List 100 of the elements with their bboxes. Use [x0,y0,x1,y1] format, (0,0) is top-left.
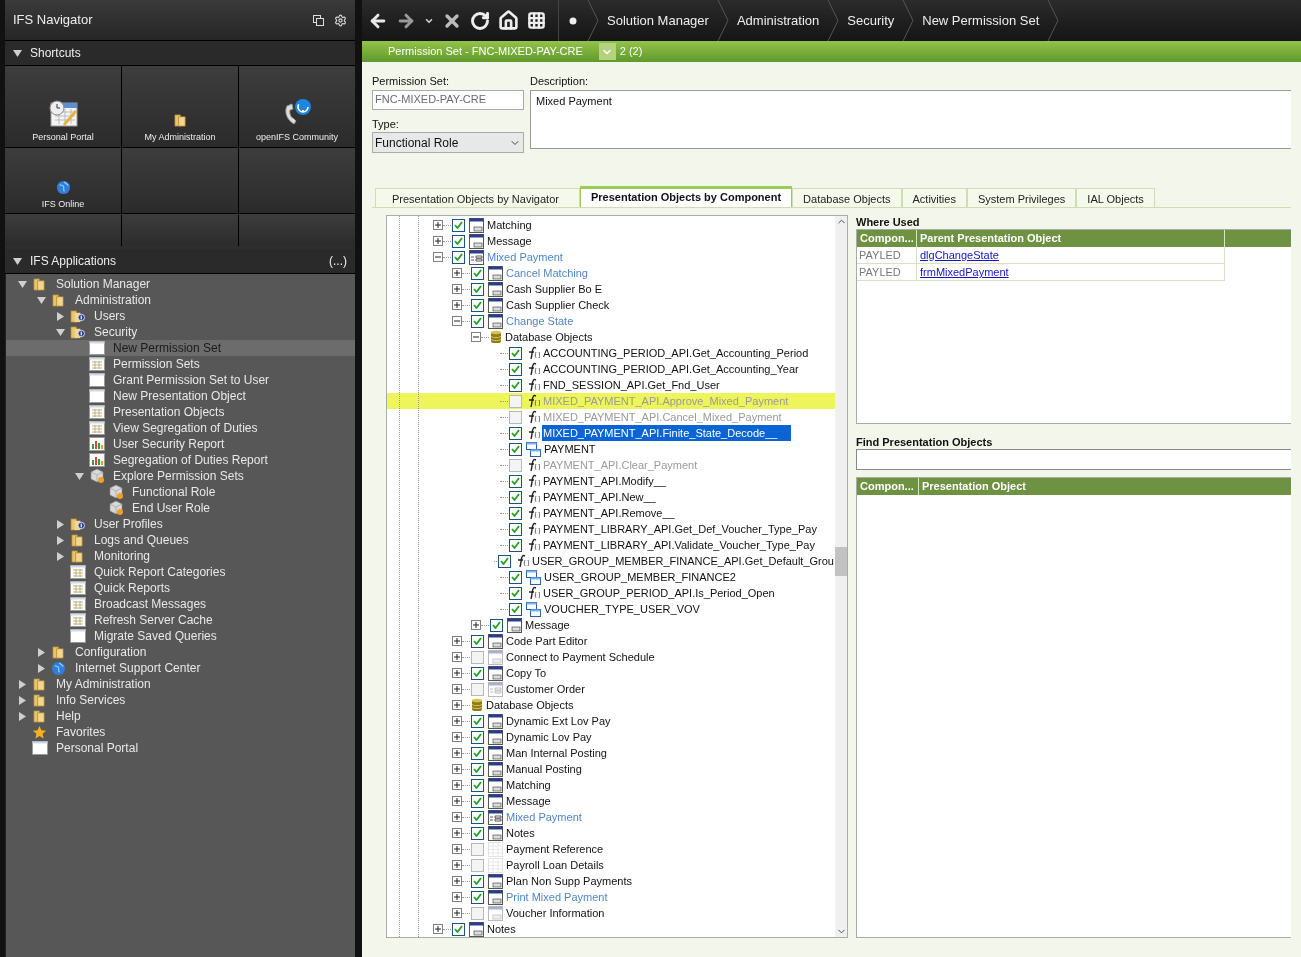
apps-grid-icon[interactable] [527,11,546,30]
checkbox[interactable] [471,282,484,296]
tree-row[interactable]: Code Part Editor [387,633,835,649]
section-header[interactable]: Shortcuts [5,41,355,66]
breadcrumb[interactable]: New Permission Set [914,10,1048,31]
nav-item[interactable]: Info Services [6,692,355,708]
shortcut-tile[interactable]: openIFS Community [239,66,355,147]
nav-item[interactable]: End User Role [6,500,355,516]
checkbox[interactable] [509,474,522,488]
tree-item-label[interactable]: Customer Order [505,680,586,698]
tree-row[interactable]: Mixed Payment [387,249,835,265]
tree-row[interactable]: Message [387,617,835,633]
shortcut-tile[interactable]: IFS Online [5,147,121,213]
tree-item-label[interactable]: USER_GROUP_MEMBER_FINANCE_API.Get_Default_Grou [531,552,835,570]
expanded-triangle-icon[interactable] [75,471,84,481]
checkbox[interactable] [471,778,484,792]
tree-item-label[interactable]: PAYMENT_API.New__ [542,488,657,506]
expand-box-icon[interactable] [452,700,462,710]
tree-item-label[interactable]: Payroll Loan Details [505,856,605,874]
checkbox[interactable] [471,794,484,808]
nav-item[interactable]: Functional Role [6,484,355,500]
expand-box-icon[interactable] [452,812,462,822]
column-header[interactable]: Presentation Object [919,478,1029,495]
collapse-box-icon[interactable] [452,316,462,326]
checkbox[interactable] [471,858,484,872]
object-link[interactable]: dlgChangeState [917,247,1225,263]
record-dropdown[interactable] [598,43,616,60]
tree-item-label[interactable]: ACCOUNTING_PERIOD_API.Get_Accounting_Period [542,344,810,362]
tree-row[interactable]: USER_GROUP_MEMBER_FINANCE_API.Get_Default_Grou [387,553,835,569]
checkbox[interactable] [509,410,522,424]
breadcrumb[interactable]: Solution Manager [599,10,717,31]
tree-item-label[interactable]: Message [486,232,533,250]
nav-item[interactable]: Segregation of Duties Report [6,452,355,468]
collapsed-triangle-icon[interactable] [18,695,27,705]
expand-box-icon[interactable] [471,620,481,630]
nav-item[interactable]: My Administration [6,676,355,692]
collapsed-triangle-icon[interactable] [56,519,65,529]
tree-row[interactable]: Dynamic Ext Lov Pay [387,713,835,729]
checkbox[interactable] [471,762,484,776]
tree-item-label[interactable]: VOUCHER_TYPE_USER_VOV [543,600,701,618]
tree-item-label[interactable]: Manual Posting [505,760,583,778]
checkbox[interactable] [471,714,484,728]
expand-box-icon[interactable] [452,268,462,278]
checkbox[interactable] [471,826,484,840]
tree-item-label[interactable]: Matching [486,216,533,234]
column-header[interactable]: Compon... [857,230,917,247]
permission-set-field[interactable]: FNC-MIXED-PAY-CRE [372,89,524,110]
refresh-icon[interactable] [470,10,490,31]
tree-item-label[interactable]: Message [524,616,571,634]
checkbox[interactable] [452,250,465,264]
column-header[interactable]: Parent Presentation Object [917,230,1225,247]
expanded-triangle-icon[interactable] [18,279,27,289]
collapse-box-icon[interactable] [433,252,443,262]
checkbox[interactable] [471,890,484,904]
expanded-triangle-icon[interactable] [13,256,22,266]
tree-row[interactable]: FND_SESSION_API.Get_Fnd_User [387,377,835,393]
nav-item[interactable]: Quick Report Categories [6,564,355,580]
expand-box-icon[interactable] [452,844,462,854]
tree-item-label[interactable]: Voucher Information [505,904,606,922]
tab[interactable]: Presentation Objects by Navigator [375,188,580,207]
nav-item[interactable]: Users [6,308,355,324]
nav-item[interactable]: Broadcast Messages [6,596,355,612]
tree-row[interactable]: Mixed Payment [387,809,835,825]
expand-box-icon[interactable] [452,668,462,678]
tree-row[interactable]: Cash Supplier Check [387,297,835,313]
expanded-triangle-icon[interactable] [13,48,22,58]
checkbox[interactable] [509,490,522,504]
description-field[interactable]: Mixed Payment [530,89,1291,149]
tree-item-label[interactable]: Notes [486,920,517,937]
nav-item[interactable]: View Segregation of Duties [6,420,355,436]
tree-item-label[interactable]: PAYMENT_LIBRARY_API.Validate_Voucher_Type_Pay [542,536,816,554]
checkbox[interactable] [509,458,522,472]
tab[interactable]: IAL Objects [1076,188,1155,207]
tree-row[interactable]: USER_GROUP_PERIOD_API.Is_Period_Open [387,585,835,601]
checkbox[interactable] [490,618,503,632]
tree-row[interactable]: Notes [387,921,835,937]
tree-item-label[interactable]: Dynamic Ext Lov Pay [505,712,612,730]
tree-row[interactable]: Payment Reference [387,841,835,857]
checkbox[interactable] [471,266,484,280]
collapsed-triangle-icon[interactable] [18,711,27,721]
nav-item[interactable]: Migrate Saved Queries [6,628,355,644]
checkbox[interactable] [471,650,484,664]
checkbox[interactable] [471,634,484,648]
expand-box-icon[interactable] [452,748,462,758]
expand-box-icon[interactable] [452,684,462,694]
tree-row[interactable]: PAYMENT_API.Remove__ [387,505,835,521]
expand-box-icon[interactable] [452,860,462,870]
nav-item[interactable]: Explore Permission Sets [6,468,355,484]
checkbox[interactable] [471,810,484,824]
checkbox[interactable] [471,730,484,744]
tree-row[interactable]: Man Internal Posting [387,745,835,761]
checkbox[interactable] [509,426,522,440]
nav-item[interactable]: Logs and Queues [6,532,355,548]
tree-item-label[interactable]: Code Part Editor [505,632,589,650]
tree-item-label[interactable]: Mixed Payment [505,808,583,826]
restore-window-icon[interactable] [313,14,324,26]
nav-item[interactable]: Favorites [6,724,355,740]
tree-item-label[interactable]: Print Mixed Payment [505,888,609,906]
breadcrumb[interactable]: Security [839,10,903,31]
object-link[interactable]: frmMixedPayment [917,264,1225,280]
